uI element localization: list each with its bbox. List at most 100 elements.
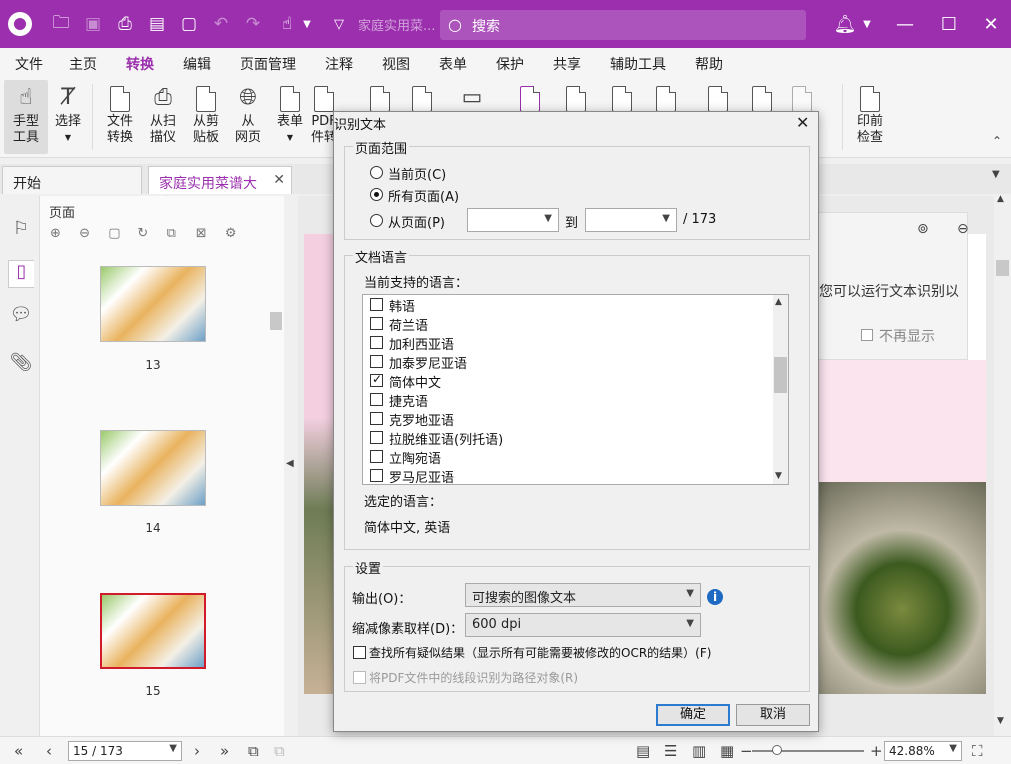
print-check-button[interactable]: 印前 检查 [848, 80, 892, 154]
tab-list-chevron-icon[interactable]: ▼ [992, 169, 1000, 180]
from-page-combo[interactable]: ▼ [467, 208, 559, 232]
page-thumbnail[interactable] [100, 430, 206, 506]
zoom-in-icon[interactable]: + [870, 742, 883, 760]
language-checkbox[interactable] [370, 469, 383, 482]
vector-paths-checkbox[interactable] [353, 671, 366, 684]
tab-start[interactable]: 开始 [2, 166, 142, 194]
delete-page-icon[interactable]: ⊠ [196, 226, 216, 241]
page-number-input[interactable]: 15 / 173 ▼ [68, 741, 182, 761]
menu-edit[interactable]: 编辑 [183, 54, 211, 74]
settings-icon[interactable]: ⊚ [917, 221, 929, 237]
scroll-down-icon[interactable]: ▼ [997, 716, 1004, 726]
language-list[interactable]: 韩语 荷兰语 加利西亚语 加泰罗尼亚语 简体中文 捷克语 克罗地亚语 拉脱维亚语… [362, 294, 789, 486]
menu-home[interactable]: 主页 [69, 54, 97, 74]
scroll-thumb[interactable] [774, 357, 787, 393]
convert-doc-icon[interactable]: ▤ [144, 12, 170, 36]
menu-share[interactable]: 共享 [553, 54, 581, 74]
page-properties-icon[interactable]: ⚙ [225, 226, 245, 241]
tab-document[interactable]: 家庭实用菜谱大全... ✕ [148, 166, 292, 212]
scroll-thumb[interactable] [270, 312, 282, 330]
zoom-slider[interactable] [752, 745, 864, 755]
collapse-ribbon-icon[interactable]: ⌃ [992, 134, 1002, 148]
minimize-button[interactable]: — [890, 12, 920, 36]
extract-page-icon[interactable]: ⧉ [167, 226, 187, 241]
scroll-up-icon[interactable]: ▲ [997, 194, 1004, 204]
page-thumbnail[interactable] [100, 266, 206, 342]
minimize-notice-icon[interactable]: ⊖ [957, 221, 969, 237]
maximize-button[interactable]: ☐ [934, 12, 964, 36]
zoom-slider-knob[interactable] [772, 745, 782, 755]
pages-panel-icon[interactable]: ▯ [8, 260, 34, 288]
all-pages-radio[interactable] [370, 188, 383, 201]
save-icon[interactable]: ▣ [80, 12, 106, 36]
language-checkbox[interactable] [370, 336, 383, 349]
menu-file[interactable]: 文件 [15, 54, 43, 74]
menu-comment[interactable]: 注释 [325, 54, 353, 74]
comments-icon[interactable]: 💬︎ [8, 304, 34, 332]
hand-tool-button[interactable]: ☝ 手型 工具 [4, 80, 48, 154]
bookmark-icon[interactable]: ⚐ [8, 218, 34, 246]
search-input[interactable]: ○ 搜索 [440, 10, 806, 40]
attachment-icon[interactable]: 📎︎ [8, 352, 34, 380]
insert-page-icon[interactable]: ▢ [108, 226, 128, 241]
language-checkbox[interactable] [370, 355, 383, 368]
scroll-thumb[interactable] [996, 260, 1009, 276]
close-tab-icon[interactable]: ✕ [273, 172, 285, 188]
file-convert-button[interactable]: 文件 转换 [98, 80, 142, 154]
rotate-page-icon[interactable]: ↻ [137, 226, 157, 241]
collapse-panel-icon[interactable]: ◀ [286, 458, 294, 469]
fullscreen-icon[interactable]: ⛶ [972, 742, 983, 760]
ok-button[interactable]: 确定 [656, 704, 730, 726]
next-view-icon[interactable]: ⧉ [274, 742, 285, 760]
new-doc-icon[interactable]: ▢ [176, 12, 202, 36]
to-page-combo[interactable]: ▼ [585, 208, 677, 232]
menu-protect[interactable]: 保护 [496, 54, 524, 74]
language-checkbox[interactable] [370, 298, 383, 311]
language-checkbox[interactable] [370, 450, 383, 463]
zoom-out-thumb-icon[interactable]: ⊖ [79, 226, 99, 241]
language-checkbox[interactable] [370, 317, 383, 330]
panel-scrollbar[interactable] [270, 266, 282, 716]
redo-icon[interactable]: ↷ [240, 12, 266, 36]
current-page-radio[interactable] [370, 166, 383, 179]
output-select[interactable]: 可搜索的图像文本 ▼ [465, 583, 701, 607]
next-page-icon[interactable]: › [194, 742, 200, 760]
single-page-view-icon[interactable]: ▤ [636, 742, 650, 760]
language-checkbox[interactable] [370, 412, 383, 425]
previous-view-icon[interactable]: ⧉ [248, 742, 259, 760]
previous-page-icon[interactable]: ‹ [46, 742, 52, 760]
from-scanner-button[interactable]: ⎙ 从扫 描仪 [141, 80, 185, 154]
menu-help[interactable]: 帮助 [695, 54, 723, 74]
zoom-level-input[interactable]: 42.88% ▼ [884, 741, 962, 761]
page-dropdown-icon[interactable]: ▼ [169, 743, 177, 754]
zoom-out-icon[interactable]: − [740, 742, 753, 760]
from-page-radio[interactable] [370, 214, 383, 227]
language-list-scrollbar[interactable]: ▲ ▼ [773, 295, 788, 484]
cancel-button[interactable]: 取消 [736, 704, 810, 726]
menu-form[interactable]: 表单 [439, 54, 467, 74]
language-checkbox-checked[interactable] [370, 372, 383, 387]
from-clipboard-button[interactable]: 从剪 贴板 [184, 80, 228, 154]
last-page-icon[interactable]: » [220, 742, 229, 760]
menu-accessibility[interactable]: 辅助工具 [610, 54, 666, 74]
undo-icon[interactable]: ↶ [208, 12, 234, 36]
menu-convert[interactable]: 转换 [126, 54, 154, 79]
menu-view[interactable]: 视图 [382, 54, 410, 74]
continuous-facing-view-icon[interactable]: ▦ [720, 742, 734, 760]
from-webpage-button[interactable]: 🌐︎ 从 网页 [226, 80, 270, 154]
language-checkbox[interactable] [370, 393, 383, 406]
open-folder-icon[interactable]: 🗀 [48, 12, 74, 36]
close-window-button[interactable]: ✕ [976, 12, 1006, 36]
document-scrollbar[interactable]: ▲ ▼ [994, 194, 1011, 736]
page-thumbnail-selected[interactable] [100, 593, 206, 669]
form-button[interactable]: 表单 ▼ [268, 80, 312, 154]
info-icon[interactable]: i [707, 589, 723, 605]
language-checkbox[interactable] [370, 431, 383, 444]
dont-show-checkbox[interactable] [861, 329, 873, 341]
continuous-view-icon[interactable]: ☰ [664, 742, 677, 760]
facing-view-icon[interactable]: ▥ [692, 742, 706, 760]
find-suspects-checkbox[interactable] [353, 646, 366, 659]
dialog-close-icon[interactable]: ✕ [796, 113, 809, 132]
select-tool-button[interactable]: Ⱦ 选择 ▼ [46, 80, 90, 154]
zoom-in-thumb-icon[interactable]: ⊕ [50, 226, 70, 241]
